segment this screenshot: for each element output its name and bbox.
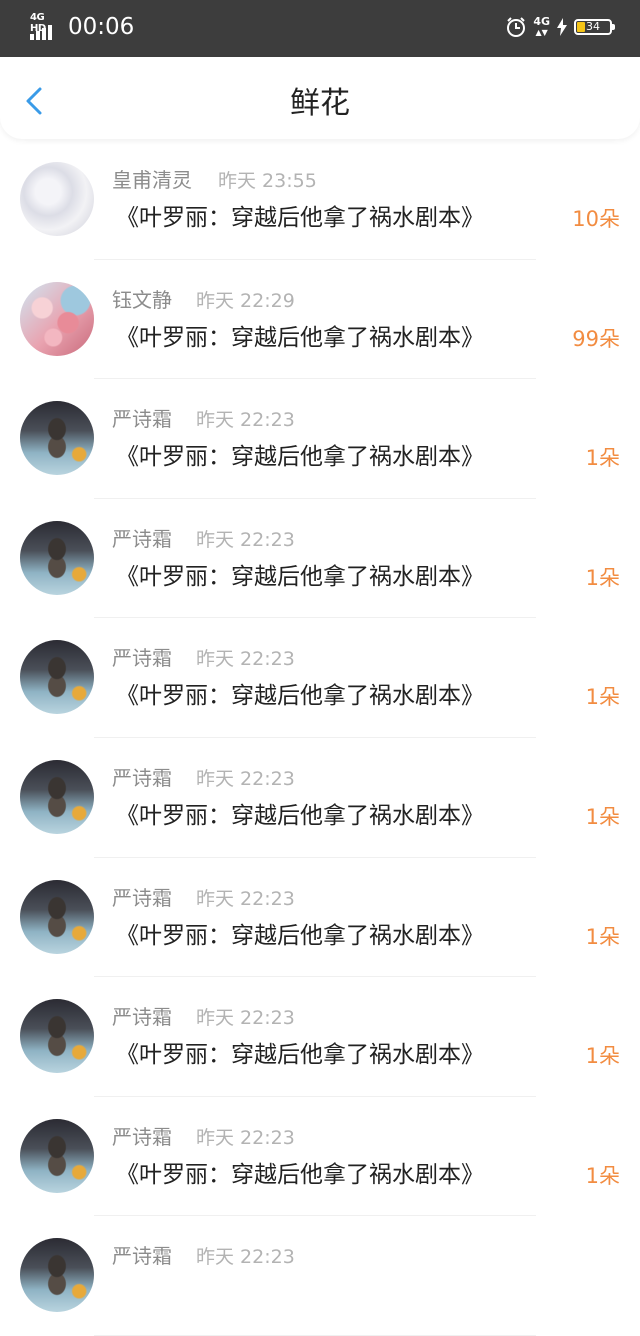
list-item[interactable]: 严诗霜 昨天 22:23 《叶罗丽：穿越后他拿了祸水剧本》 1朵 bbox=[0, 499, 640, 619]
gift-time: 昨天 22:23 bbox=[196, 887, 295, 910]
gift-time: 昨天 22:23 bbox=[196, 1007, 295, 1030]
flower-count: 1朵 bbox=[585, 804, 620, 829]
alarm-icon bbox=[505, 16, 527, 38]
sender-name: 钰文静 bbox=[112, 287, 172, 312]
flower-count: 1朵 bbox=[585, 446, 620, 471]
gift-time: 昨天 22:23 bbox=[196, 409, 295, 432]
page-title: 鲜花 bbox=[290, 86, 350, 121]
avatar[interactable] bbox=[20, 162, 94, 236]
list-item[interactable]: 严诗霜 昨天 22:23 《叶罗丽：穿越后他拿了祸水剧本》 1朵 bbox=[0, 738, 640, 858]
book-title: 《叶罗丽：穿越后他拿了祸水剧本》 bbox=[116, 683, 484, 710]
avatar[interactable] bbox=[20, 401, 94, 476]
book-title: 《叶罗丽：穿越后他拿了祸水剧本》 bbox=[116, 922, 484, 949]
flower-count: 10朵 bbox=[572, 207, 620, 231]
sender-name: 皇甫清灵 bbox=[112, 168, 192, 192]
avatar[interactable] bbox=[20, 1238, 94, 1313]
status-bar: 4G HD 00:06 4G ▲▼ 34 bbox=[0, 0, 640, 57]
status-left: 4G HD 00:06 bbox=[30, 12, 135, 40]
gift-time: 昨天 22:23 bbox=[196, 528, 295, 551]
book-title: 《叶罗丽：穿越后他拿了祸水剧本》 bbox=[116, 444, 484, 471]
avatar[interactable] bbox=[20, 640, 94, 715]
flower-count: 1朵 bbox=[585, 565, 620, 590]
status-right: 4G ▲▼ 34 bbox=[505, 14, 615, 38]
book-title: 《叶罗丽：穿越后他拿了祸水剧本》 bbox=[116, 205, 484, 231]
flower-count: 1朵 bbox=[585, 1163, 620, 1188]
book-title: 《叶罗丽：穿越后他拿了祸水剧本》 bbox=[116, 1042, 484, 1069]
sender-name: 严诗霜 bbox=[112, 1124, 172, 1149]
avatar[interactable] bbox=[20, 759, 94, 834]
flower-count: 99朵 bbox=[572, 326, 620, 351]
avatar[interactable] bbox=[20, 1118, 94, 1193]
flower-count: 1朵 bbox=[585, 685, 620, 710]
list-item[interactable]: 严诗霜 昨天 22:23 bbox=[0, 1216, 640, 1336]
flower-count: 1朵 bbox=[585, 1044, 620, 1069]
flower-count: 1朵 bbox=[585, 924, 620, 949]
sender-name: 严诗霜 bbox=[112, 407, 172, 432]
avatar[interactable] bbox=[20, 879, 94, 954]
book-title: 《叶罗丽：穿越后他拿了祸水剧本》 bbox=[116, 1161, 484, 1188]
book-title: 《叶罗丽：穿越后他拿了祸水剧本》 bbox=[116, 802, 484, 829]
sender-name: 严诗霜 bbox=[112, 1005, 172, 1030]
charging-icon bbox=[556, 18, 568, 36]
status-time: 00:06 bbox=[68, 14, 135, 40]
list-item[interactable]: 严诗霜 昨天 22:23 《叶罗丽：穿越后他拿了祸水剧本》 1朵 bbox=[0, 379, 640, 499]
navigation-header: 鲜花 bbox=[0, 57, 640, 139]
list-item[interactable]: 严诗霜 昨天 22:23 《叶罗丽：穿越后他拿了祸水剧本》 1朵 bbox=[0, 858, 640, 978]
list-item[interactable]: 钰文静 昨天 22:29 《叶罗丽：穿越后他拿了祸水剧本》 99朵 bbox=[0, 260, 640, 380]
flower-gift-list: 皇甫清灵 昨天 23:55 《叶罗丽：穿越后他拿了祸水剧本》 10朵 钰文静 昨… bbox=[0, 140, 640, 1336]
list-item[interactable]: 皇甫清灵 昨天 23:55 《叶罗丽：穿越后他拿了祸水剧本》 10朵 bbox=[0, 140, 640, 260]
mobile-data-icon: 4G ▲▼ bbox=[533, 14, 550, 37]
sender-name: 严诗霜 bbox=[112, 526, 172, 551]
book-title: 《叶罗丽：穿越后他拿了祸水剧本》 bbox=[116, 324, 484, 351]
avatar[interactable] bbox=[20, 999, 94, 1074]
sender-name: 严诗霜 bbox=[112, 646, 172, 671]
signal-bars bbox=[30, 25, 52, 40]
gift-time: 昨天 22:23 bbox=[196, 648, 295, 671]
sender-name: 严诗霜 bbox=[112, 1244, 172, 1269]
gift-time: 昨天 23:55 bbox=[218, 170, 317, 192]
battery-icon: 34 bbox=[574, 19, 615, 35]
gift-time: 昨天 22:29 bbox=[196, 289, 295, 312]
book-title: 《叶罗丽：穿越后他拿了祸水剧本》 bbox=[116, 563, 484, 590]
avatar[interactable] bbox=[20, 520, 94, 595]
list-item[interactable]: 严诗霜 昨天 22:23 《叶罗丽：穿越后他拿了祸水剧本》 1朵 bbox=[0, 618, 640, 738]
signal-icon: 4G HD bbox=[30, 12, 62, 40]
network-type-right: 4G bbox=[533, 14, 550, 28]
gift-time: 昨天 22:23 bbox=[196, 767, 295, 790]
sender-name: 严诗霜 bbox=[112, 885, 172, 910]
avatar[interactable] bbox=[20, 281, 94, 356]
gift-time: 昨天 22:23 bbox=[196, 1126, 295, 1149]
list-item[interactable]: 严诗霜 昨天 22:23 《叶罗丽：穿越后他拿了祸水剧本》 1朵 bbox=[0, 977, 640, 1097]
gift-time: 昨天 22:23 bbox=[196, 1246, 295, 1269]
battery-level: 34 bbox=[586, 20, 600, 33]
list-item[interactable]: 严诗霜 昨天 22:23 《叶罗丽：穿越后他拿了祸水剧本》 1朵 bbox=[0, 1097, 640, 1217]
sender-name: 严诗霜 bbox=[112, 765, 172, 790]
